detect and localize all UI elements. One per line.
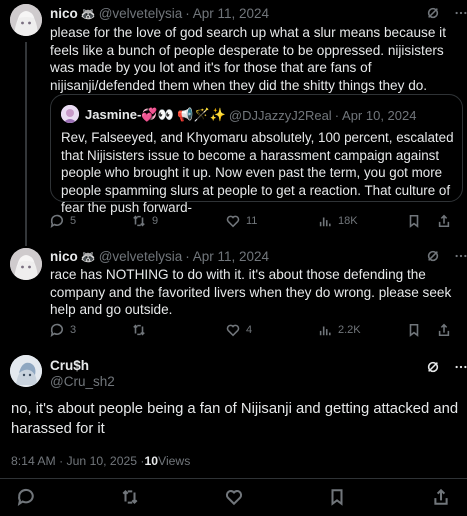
display-name[interactable]: nico	[50, 6, 78, 21]
heart-icon[interactable]	[225, 488, 243, 506]
quote-text: Rev, Falseeyed, and Khyomaru absolutely,…	[61, 130, 454, 215]
post-timestamp-row: 8:14 AM · Jun 10, 2025 · 10 Views	[11, 454, 190, 468]
like-button[interactable]: 11	[226, 214, 318, 228]
reply-count: 5	[70, 215, 77, 227]
bookmark-button[interactable]	[407, 323, 437, 337]
repost-button[interactable]: 9	[132, 214, 226, 228]
repost-icon[interactable]	[121, 488, 139, 506]
bookmark-icon	[409, 323, 419, 337]
views-count: 18K	[338, 215, 358, 227]
share-icon	[438, 214, 450, 228]
post-time[interactable]: 8:14 AM · Jun 10, 2025 ·	[11, 454, 144, 468]
quote-display-name: Jasmine-💞👀 📢🪄✨	[85, 107, 226, 122]
thread-line	[25, 42, 27, 246]
views-button[interactable]: 18K	[318, 214, 407, 228]
heart-icon	[226, 215, 240, 228]
bookmark-button[interactable]	[407, 214, 437, 228]
reply-icon	[50, 214, 64, 228]
display-name[interactable]: Cru$h	[50, 358, 89, 373]
views-icon	[319, 326, 331, 336]
quote-handle: @DJJazzyJ2Real	[228, 107, 332, 123]
raccoon-emoji-icon: 🦝	[80, 6, 96, 21]
post-date[interactable]: Apr 11, 2024	[193, 249, 269, 264]
grok-icon[interactable]	[426, 249, 440, 263]
main-post-actions	[0, 478, 467, 516]
avatar[interactable]	[10, 355, 42, 387]
post-top-icons	[426, 6, 467, 20]
separator: ·	[185, 249, 190, 264]
quote-separator: ·	[334, 107, 340, 123]
separator: ·	[185, 6, 190, 21]
quote-date: Apr 10, 2024	[342, 107, 417, 123]
repost-button[interactable]	[132, 323, 226, 337]
more-icon[interactable]	[454, 360, 467, 374]
more-icon[interactable]	[454, 249, 467, 263]
post-header: Cru$h	[50, 358, 89, 373]
share-icon[interactable]	[432, 488, 450, 506]
like-count: 4	[246, 324, 253, 336]
bookmark-icon[interactable]	[328, 488, 346, 506]
like-count: 11	[246, 215, 258, 227]
raccoon-emoji-icon: 🦝	[80, 249, 96, 264]
display-name[interactable]: nico	[50, 249, 78, 264]
handle[interactable]: @velvetelysia	[99, 249, 183, 264]
handle[interactable]: @Cru_sh2	[50, 374, 115, 389]
post-text: please for the love of god search up wha…	[50, 25, 446, 93]
views-icon	[319, 217, 331, 227]
quote-avatar	[61, 105, 79, 123]
reply-icon[interactable]	[17, 488, 35, 506]
views-count: 2.2K	[338, 324, 361, 336]
post-top-icons	[426, 249, 467, 263]
post-actions: 3 4 2.2K	[50, 320, 462, 340]
post-header: nico 🦝 @velvetelysia · Apr 11, 2024	[50, 249, 269, 264]
post-handle-row: @Cru_sh2	[50, 374, 115, 389]
grok-icon[interactable]	[426, 6, 440, 20]
reply-button[interactable]: 3	[50, 323, 132, 337]
heart-icon	[226, 324, 240, 337]
share-button[interactable]	[437, 214, 451, 228]
reply-count: 3	[70, 324, 77, 336]
more-icon[interactable]	[454, 6, 467, 20]
post-date[interactable]: Apr 11, 2024	[193, 6, 269, 21]
views-count: 10	[144, 454, 159, 468]
repost-count: 9	[152, 215, 159, 227]
views-label: Views	[158, 454, 191, 468]
bookmark-icon	[409, 214, 419, 228]
quoted-post[interactable]: Jasmine-💞👀 📢🪄✨ @DJJazzyJ2Real · Apr 10, …	[50, 94, 463, 215]
quote-header: Jasmine-💞👀 📢🪄✨ @DJJazzyJ2Real · Apr 10, …	[85, 107, 416, 123]
reply-button[interactable]: 5	[50, 214, 132, 228]
post-text: no, it's about people being a fan of Nij…	[11, 401, 459, 437]
repost-icon	[133, 215, 145, 227]
repost-icon	[133, 324, 145, 336]
views-button[interactable]: 2.2K	[318, 323, 407, 337]
like-button[interactable]: 4	[226, 323, 318, 337]
avatar[interactable]	[10, 4, 42, 36]
post-text: race has NOTHING to do with it. it's abo…	[50, 267, 452, 317]
share-icon	[438, 323, 450, 337]
post-actions: 5 9 11 18K	[50, 211, 462, 231]
post-top-icons	[426, 360, 467, 374]
avatar[interactable]	[10, 248, 42, 280]
grok-icon[interactable]	[426, 360, 440, 374]
reply-icon	[50, 323, 64, 337]
post-header: nico 🦝 @velvetelysia · Apr 11, 2024	[50, 6, 269, 21]
handle[interactable]: @velvetelysia	[99, 6, 183, 21]
share-button[interactable]	[437, 323, 451, 337]
